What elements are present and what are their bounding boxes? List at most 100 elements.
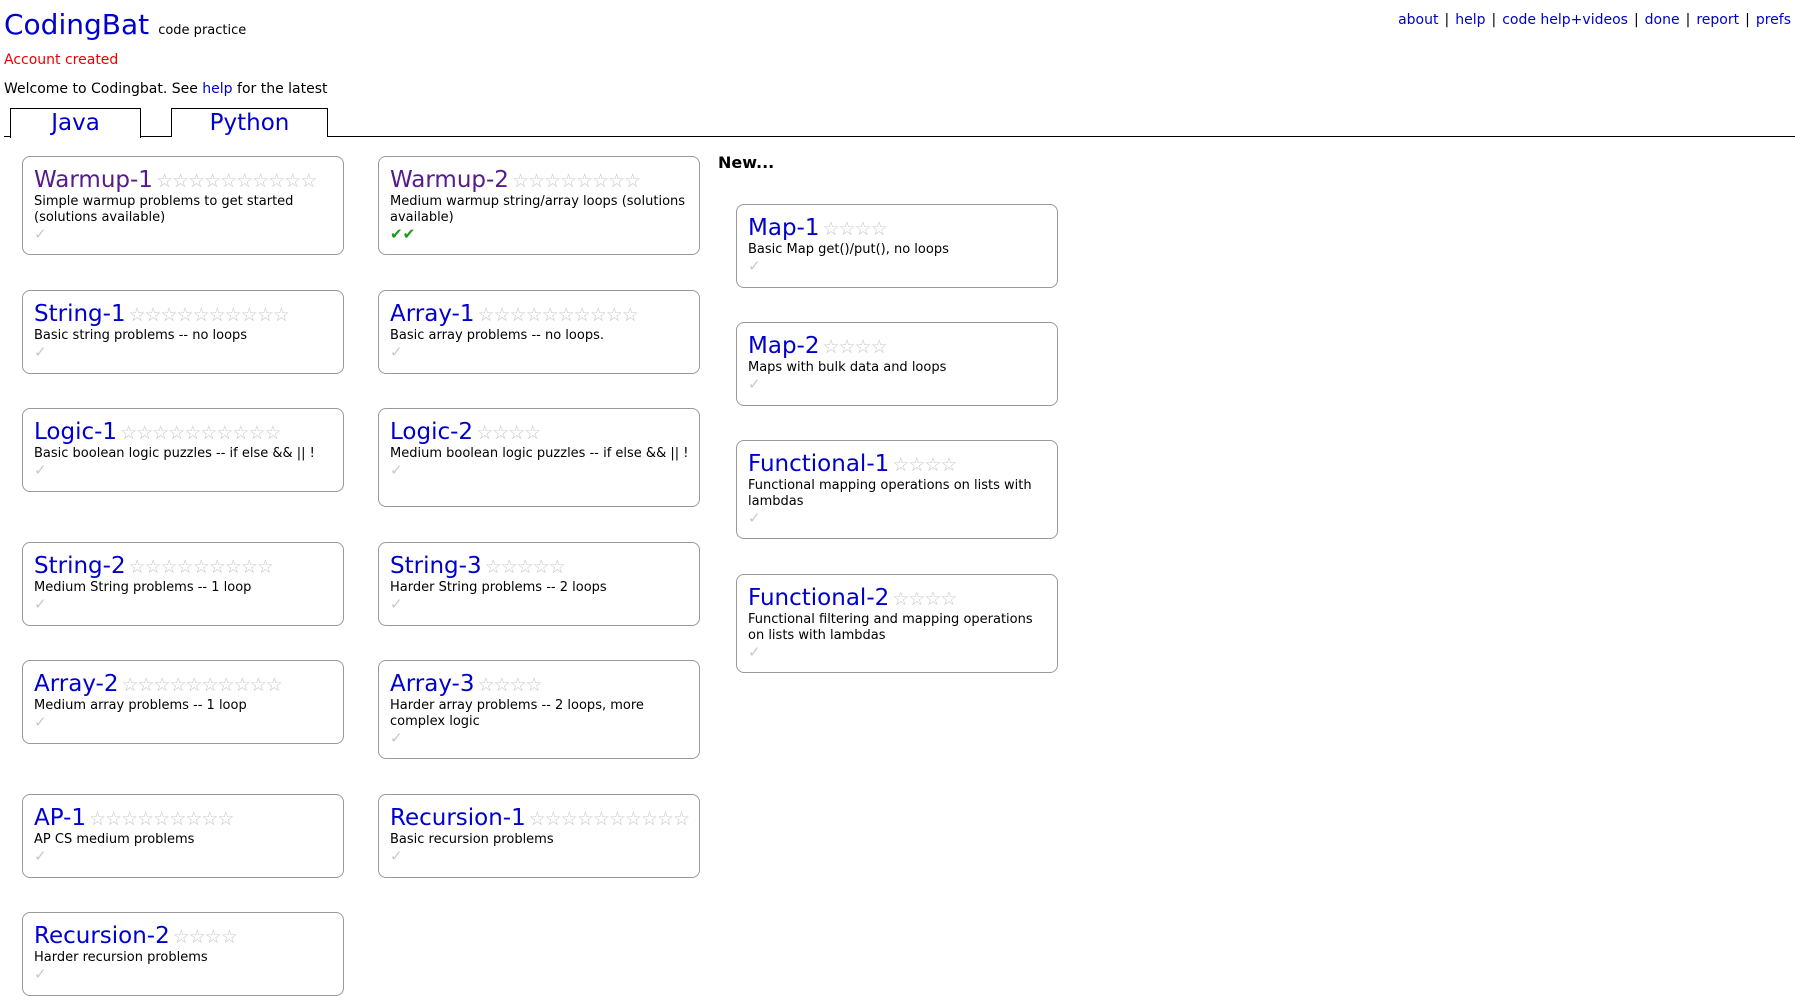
section-title-link[interactable]: String-3 bbox=[390, 553, 482, 579]
nav-help-link[interactable]: help bbox=[1455, 12, 1485, 28]
section-description: Maps with bulk data and loops bbox=[748, 360, 947, 375]
star-rating: ☆☆☆☆☆☆☆☆☆ bbox=[89, 808, 234, 830]
star-rating: ☆☆☆☆☆☆☆☆☆☆ bbox=[155, 170, 317, 192]
nav-done-link[interactable]: done bbox=[1645, 12, 1680, 28]
section-title-link[interactable]: Array-1 bbox=[390, 301, 474, 327]
section-card-ap-1: AP-1 ☆☆☆☆☆☆☆☆☆ AP CS medium problems ✓ bbox=[22, 794, 344, 878]
nav-report-link[interactable]: report bbox=[1696, 12, 1739, 28]
section-card-warmup-2: Warmup-2 ☆☆☆☆☆☆☆☆ Medium warmup string/ar… bbox=[378, 156, 700, 255]
section-card-logic-1: Logic-1 ☆☆☆☆☆☆☆☆☆☆ Basic boolean logic pu… bbox=[22, 408, 344, 492]
check-icon: ✓ bbox=[34, 595, 47, 613]
star-rating: ☆☆☆☆ bbox=[476, 422, 541, 444]
section-title-link[interactable]: String-2 bbox=[34, 553, 126, 579]
star-rating: ☆☆☆☆ bbox=[822, 218, 887, 240]
status-message: Account created bbox=[4, 52, 119, 68]
section-card-recursion-1: Recursion-1 ☆☆☆☆☆☆☆☆☆☆ Basic recursion pr… bbox=[378, 794, 700, 878]
check-icon: ✓ bbox=[34, 847, 47, 865]
section-card-functional-2: Functional-2 ☆☆☆☆ Functional filtering an… bbox=[736, 574, 1058, 673]
star-rating: ☆☆☆☆☆☆☆☆☆☆ bbox=[528, 808, 690, 830]
check-icon: ✓ bbox=[390, 343, 403, 361]
section-description: Harder array problems -- 2 loops, more c… bbox=[390, 698, 644, 729]
section-card-map-2: Map-2 ☆☆☆☆ Maps with bulk data and loops … bbox=[736, 322, 1058, 406]
star-rating: ☆☆☆☆☆☆☆☆☆☆ bbox=[128, 304, 290, 326]
section-title-link[interactable]: Recursion-1 bbox=[390, 805, 526, 831]
star-rating: ☆☆☆☆ bbox=[892, 454, 957, 476]
section-description: Basic boolean logic puzzles -- if else &… bbox=[34, 446, 315, 461]
section-card-string-1: String-1 ☆☆☆☆☆☆☆☆☆☆ Basic string problems… bbox=[22, 290, 344, 374]
welcome-help-link[interactable]: help bbox=[202, 81, 232, 97]
logo-link[interactable]: CodingBat bbox=[4, 8, 149, 41]
completed-check-icon: ✔✔ bbox=[390, 225, 416, 243]
section-description: Functional mapping operations on lists w… bbox=[748, 478, 1032, 509]
check-icon: ✓ bbox=[34, 225, 47, 243]
section-description: Simple warmup problems to get started (s… bbox=[34, 194, 294, 225]
section-title-link[interactable]: Logic-1 bbox=[34, 419, 117, 445]
nav-about-link[interactable]: about bbox=[1398, 12, 1438, 28]
welcome-message: Welcome to Codingbat. See help for the l… bbox=[4, 81, 328, 97]
star-rating: ☆☆☆☆☆☆☆☆ bbox=[511, 170, 641, 192]
section-description: Medium String problems -- 1 loop bbox=[34, 580, 252, 595]
top-nav: about | help | code help+videos | done | report |… bbox=[1398, 12, 1791, 28]
section-description: Harder recursion problems bbox=[34, 950, 208, 965]
section-title-link[interactable]: Map-1 bbox=[748, 215, 819, 241]
section-title-link[interactable]: Functional-2 bbox=[748, 585, 889, 611]
section-card-array-3: Array-3 ☆☆☆☆ Harder array problems -- 2 l… bbox=[378, 660, 700, 759]
section-title-link[interactable]: Warmup-1 bbox=[34, 167, 153, 193]
section-card-warmup-1: Warmup-1 ☆☆☆☆☆☆☆☆☆☆ Simple warmup problem… bbox=[22, 156, 344, 255]
welcome-suffix: for the latest bbox=[237, 81, 328, 97]
star-rating: ☆☆☆☆ bbox=[822, 336, 887, 358]
welcome-prefix: Welcome to Codingbat. See bbox=[4, 81, 198, 97]
section-description: Medium boolean logic puzzles -- if else … bbox=[390, 446, 689, 461]
section-card-map-1: Map-1 ☆☆☆☆ Basic Map get()/put(), no loop… bbox=[736, 204, 1058, 288]
star-rating: ☆☆☆☆☆☆☆☆☆☆ bbox=[477, 304, 638, 326]
nav-separator: | bbox=[1444, 12, 1450, 28]
check-icon: ✓ bbox=[34, 461, 47, 479]
nav-code-help-link[interactable]: code help+videos bbox=[1502, 12, 1628, 28]
section-card-functional-1: Functional-1 ☆☆☆☆ Functional mapping oper… bbox=[736, 440, 1058, 539]
check-icon: ✓ bbox=[748, 509, 761, 527]
section-title-link[interactable]: Map-2 bbox=[748, 333, 819, 359]
nav-separator: | bbox=[1745, 12, 1750, 28]
section-description: Basic string problems -- no loops bbox=[34, 328, 248, 343]
check-icon: ✓ bbox=[748, 257, 761, 275]
section-title-link[interactable]: Warmup-2 bbox=[390, 167, 509, 193]
section-title-link[interactable]: Recursion-2 bbox=[34, 923, 170, 949]
brand: CodingBat code practice bbox=[4, 8, 246, 41]
tab-python[interactable]: Python bbox=[171, 108, 328, 137]
check-icon: ✓ bbox=[390, 847, 403, 865]
star-rating: ☆☆☆☆ bbox=[892, 588, 957, 610]
section-card-array-1: Array-1 ☆☆☆☆☆☆☆☆☆☆ Basic array problems -… bbox=[378, 290, 700, 374]
section-card-array-2: Array-2 ☆☆☆☆☆☆☆☆☆☆ Medium array problems … bbox=[22, 660, 344, 744]
nav-separator: | bbox=[1685, 12, 1691, 28]
check-icon: ✓ bbox=[390, 595, 403, 613]
check-icon: ✓ bbox=[390, 461, 403, 479]
section-description: Basic Map get()/put(), no loops bbox=[748, 242, 949, 257]
section-title-link[interactable]: Functional-1 bbox=[748, 451, 889, 477]
section-title-link[interactable]: Array-3 bbox=[390, 671, 474, 697]
star-rating: ☆☆☆☆☆☆☆☆☆☆ bbox=[120, 422, 281, 444]
section-description: AP CS medium problems bbox=[34, 832, 195, 847]
section-description: Medium warmup string/array loops (soluti… bbox=[390, 194, 686, 225]
star-rating: ☆☆☆☆ bbox=[477, 674, 542, 696]
check-icon: ✓ bbox=[34, 965, 47, 983]
tagline: code practice bbox=[158, 23, 247, 38]
check-icon: ✓ bbox=[390, 729, 403, 747]
section-title-link[interactable]: Logic-2 bbox=[390, 419, 473, 445]
star-rating: ☆☆☆☆☆ bbox=[484, 556, 566, 578]
star-rating: ☆☆☆☆☆☆☆☆☆ bbox=[128, 556, 274, 578]
nav-prefs-link[interactable]: prefs bbox=[1756, 12, 1791, 28]
check-icon: ✓ bbox=[748, 643, 761, 661]
star-rating: ☆☆☆☆☆☆☆☆☆☆ bbox=[121, 674, 282, 696]
section-description: Basic array problems -- no loops. bbox=[390, 328, 604, 343]
section-title-link[interactable]: String-1 bbox=[34, 301, 126, 327]
section-card-logic-2: Logic-2 ☆☆☆☆ Medium boolean logic puzzles… bbox=[378, 408, 700, 507]
section-description: Basic recursion problems bbox=[390, 832, 554, 847]
section-card-recursion-2: Recursion-2 ☆☆☆☆ Harder recursion problem… bbox=[22, 912, 344, 996]
new-section-header: New... bbox=[718, 153, 775, 172]
star-rating: ☆☆☆☆ bbox=[172, 926, 238, 948]
check-icon: ✓ bbox=[34, 713, 47, 731]
section-title-link[interactable]: Array-2 bbox=[34, 671, 118, 697]
section-title-link[interactable]: AP-1 bbox=[34, 805, 86, 831]
nav-separator: | bbox=[1491, 12, 1497, 28]
tab-java[interactable]: Java bbox=[10, 108, 141, 138]
